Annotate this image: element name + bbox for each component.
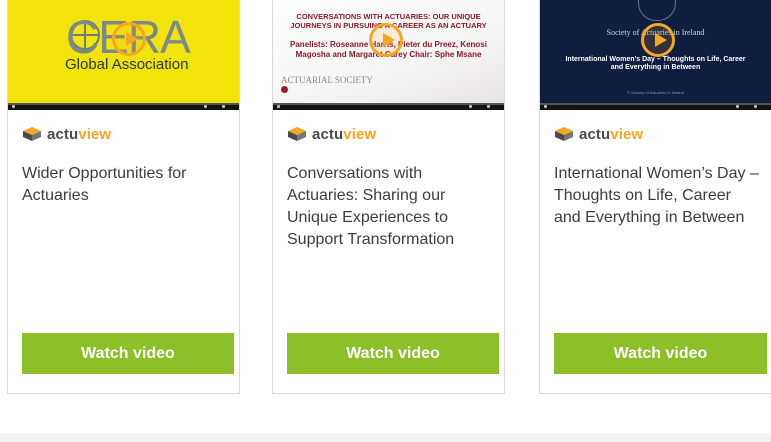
video-card: CERA Global Association actuview Wider O…: [7, 0, 240, 394]
watch-video-button[interactable]: Watch video: [22, 333, 234, 374]
actuview-wordmark: actuview: [47, 125, 112, 143]
video-card: Society of Actuaries in Ireland Internat…: [539, 0, 771, 394]
video-title[interactable]: Conversations with Actuaries: Sharing ou…: [287, 163, 492, 251]
actuview-logo: actuview: [287, 125, 376, 143]
play-icon[interactable]: [112, 22, 146, 56]
settings-icon[interactable]: [469, 105, 472, 108]
fullscreen-icon[interactable]: [222, 105, 225, 108]
actuview-wordmark: actuview: [579, 125, 644, 143]
video-thumbnail[interactable]: CONVERSATIONS WITH ACTUARIES: OUR UNIQUE…: [273, 0, 504, 110]
actuview-logo: actuview: [554, 125, 643, 143]
video-thumbnail[interactable]: CERA Global Association: [8, 0, 239, 110]
settings-icon[interactable]: [204, 105, 207, 108]
actuview-logo: actuview: [22, 125, 111, 143]
fullscreen-icon[interactable]: [754, 105, 757, 108]
play-icon[interactable]: [369, 23, 403, 57]
page: CERA Global Association actuview Wider O…: [0, 0, 771, 442]
society-emblem-icon: [638, 0, 676, 21]
player-controls[interactable]: [8, 103, 239, 110]
player-controls[interactable]: [273, 103, 504, 110]
play-control-icon[interactable]: [544, 105, 547, 108]
watch-video-button[interactable]: Watch video: [554, 333, 767, 374]
settings-icon[interactable]: [736, 105, 739, 108]
play-icon[interactable]: [641, 23, 675, 57]
actuview-logo-icon: [288, 127, 306, 141]
actuarial-society-logo: ACTUARIAL SOCIETY: [281, 75, 373, 85]
video-card: CONVERSATIONS WITH ACTUARIES: OUR UNIQUE…: [272, 0, 505, 394]
fullscreen-icon[interactable]: [487, 105, 490, 108]
actuview-logo-icon: [555, 127, 573, 141]
cera-logo-subtitle: Global Association: [65, 56, 189, 73]
play-control-icon[interactable]: [12, 105, 15, 108]
footer-band: [0, 433, 771, 442]
video-title[interactable]: International Women’s Day – Thoughts on …: [554, 163, 759, 229]
actuview-logo-icon: [23, 127, 41, 141]
watch-video-button[interactable]: Watch video: [287, 333, 499, 374]
actuarial-society-emblem-icon: [281, 86, 288, 93]
video-thumbnail[interactable]: Society of Actuaries in Ireland Internat…: [540, 0, 771, 110]
player-controls[interactable]: [540, 103, 771, 110]
play-control-icon[interactable]: [277, 105, 280, 108]
actuview-wordmark: actuview: [312, 125, 377, 143]
thumbnail-title: International Women's Day – Thoughts on …: [565, 56, 746, 71]
thumbnail-footer: © Society of Actuaries in Ireland: [627, 90, 684, 95]
video-title[interactable]: Wider Opportunities for Actuaries: [22, 163, 227, 207]
